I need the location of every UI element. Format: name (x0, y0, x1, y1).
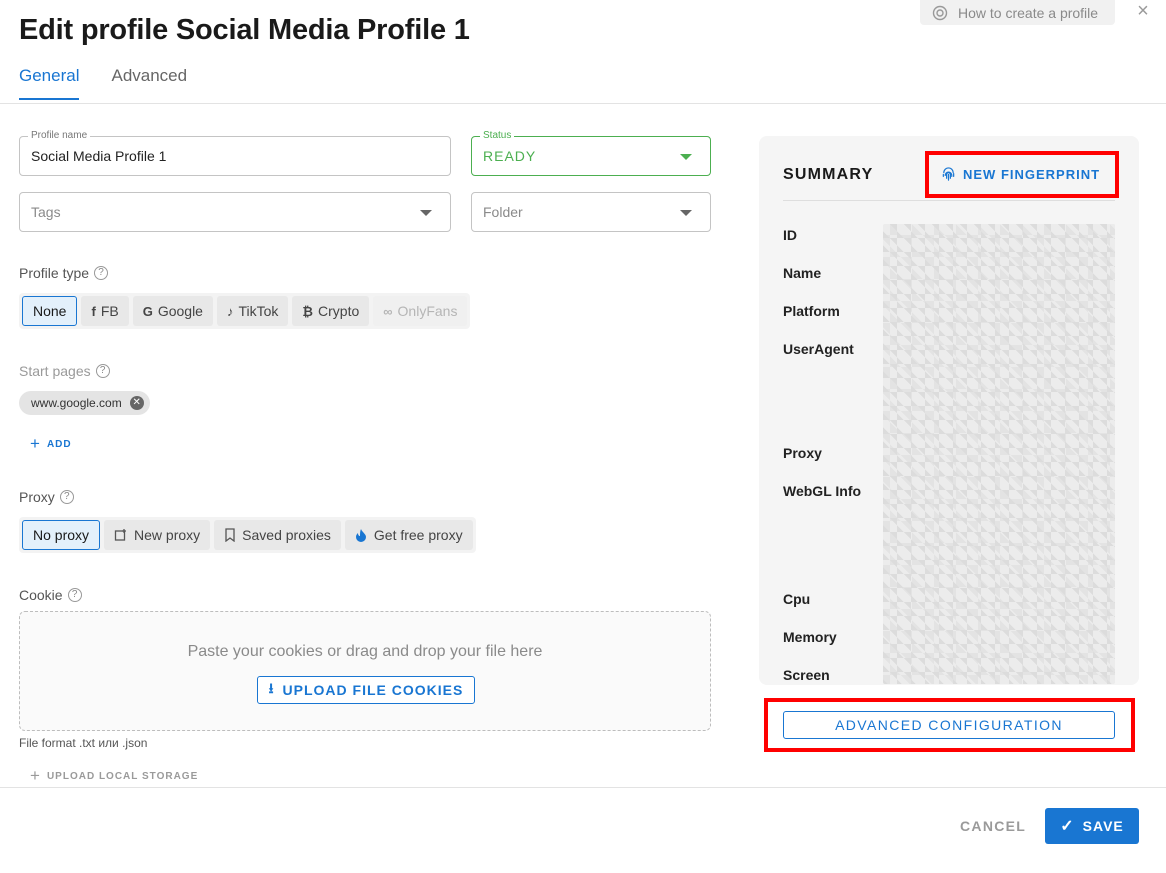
upload-file-cookies-button[interactable]: ⭳ UPLOAD FILE COOKIES (257, 676, 475, 704)
summary-key-cpu: Cpu (783, 591, 811, 607)
save-button[interactable]: ✓ SAVE (1045, 808, 1139, 844)
summary-title: SUMMARY (783, 166, 874, 183)
proxy-selector: No proxy New proxy Saved proxies Get fre… (19, 517, 476, 553)
summary-key-memory: Memory (783, 629, 837, 645)
profile-type-none[interactable]: None (22, 296, 78, 326)
new-fingerprint-button[interactable]: NEW FINGERPRINT (941, 167, 1100, 182)
chevron-down-icon (420, 210, 432, 216)
help-label: How to create a profile (958, 4, 1099, 21)
lifebuoy-icon (932, 5, 948, 20)
proxy-option-get-free-proxy[interactable]: Get free proxy (344, 520, 473, 550)
onlyfans-icon: ∞ (383, 303, 393, 319)
cancel-button[interactable]: CANCEL (960, 818, 1026, 834)
cookie-label: Cookie? (19, 587, 82, 603)
profile-type-tiktok[interactable]: ♪ TikTok (216, 296, 289, 326)
summary-key-name: Name (783, 265, 822, 281)
start-pages-label: Start pages? (19, 363, 110, 379)
tab-advanced[interactable]: Advanced (111, 66, 187, 100)
summary-key-platform: Platform (783, 303, 840, 319)
help-icon[interactable]: ? (59, 490, 74, 504)
folder-select[interactable]: Folder (471, 192, 711, 232)
tab-general[interactable]: General (19, 66, 80, 100)
plus-icon: + (30, 434, 41, 453)
cookie-drop-hint: Paste your cookies or drag and drop your… (187, 643, 543, 660)
summary-key-webgl-info: WebGL Info (783, 483, 862, 499)
add-start-page-button[interactable]: + ADD (30, 434, 72, 454)
help-icon[interactable]: ? (95, 364, 110, 378)
help-icon[interactable]: ? (94, 266, 109, 280)
profile-name-field[interactable]: Profile name Social Media Profile 1 (19, 130, 451, 176)
close-icon[interactable]: × (1134, 1, 1152, 21)
new-window-icon (114, 529, 127, 541)
profile-name-value: Social Media Profile 1 (31, 148, 167, 164)
file-format-note: File format .txt или .json (19, 736, 148, 750)
remove-chip-icon[interactable]: ✕ (129, 396, 144, 410)
tags-placeholder: Tags (31, 204, 61, 220)
tiktok-icon: ♪ (226, 303, 234, 319)
tags-select[interactable]: Tags (19, 192, 451, 232)
chevron-down-icon (680, 154, 692, 160)
status-value: READY (483, 148, 537, 164)
summary-key-useragent: UserAgent (783, 341, 854, 357)
profile-type-fb[interactable]: f FB (81, 296, 129, 326)
profile-type-onlyfans[interactable]: ∞ OnlyFans (373, 296, 468, 326)
status-select[interactable]: Status READY (471, 130, 711, 176)
proxy-label: Proxy? (19, 489, 74, 505)
profile-type-selector: None f FB G Google ♪ TikTok ₿ Crypto ∞ OnlyFa… (19, 293, 471, 329)
cookie-dropzone[interactable]: Paste your cookies or drag and drop your… (19, 611, 711, 731)
google-icon: G (142, 303, 153, 319)
how-to-create-profile-button[interactable]: How to create a profile (920, 0, 1115, 25)
proxy-option-no-proxy[interactable]: No proxy (22, 520, 101, 550)
facebook-icon: f (91, 303, 96, 319)
plus-icon: + (30, 766, 41, 785)
status-legend: Status (480, 130, 515, 142)
summary-key-id: ID (783, 227, 797, 243)
redacted-values-mosaic (883, 224, 1115, 684)
profile-type-google[interactable]: G Google (132, 296, 213, 326)
profile-type-crypto[interactable]: ₿ Crypto (292, 296, 370, 326)
summary-key-screen: Screen (783, 667, 830, 683)
summary-panel: SUMMARY NEW FINGERPRINT ID Name Platform… (759, 136, 1139, 685)
chevron-down-icon (680, 210, 692, 216)
flame-icon (355, 529, 366, 542)
bitcoin-icon: ₿ (302, 303, 314, 319)
proxy-option-new-proxy[interactable]: New proxy (104, 520, 211, 550)
upload-local-storage-button[interactable]: + UPLOAD LOCAL STORAGE (30, 766, 198, 786)
check-icon: ✓ (1060, 818, 1075, 835)
advanced-configuration-button[interactable]: ADVANCED CONFIGURATION (783, 711, 1115, 739)
help-icon[interactable]: ? (67, 588, 82, 602)
summary-divider (783, 200, 1115, 201)
bookmark-icon (225, 528, 235, 542)
download-arrow-icon: ⭳ (268, 680, 275, 696)
tab-bar: General Advanced (19, 66, 219, 100)
start-page-chip: www.google.com ✕ (19, 391, 150, 415)
folder-placeholder: Folder (483, 204, 523, 220)
proxy-option-saved-proxies[interactable]: Saved proxies (214, 520, 341, 550)
summary-key-proxy: Proxy (783, 445, 822, 461)
footer-divider (0, 787, 1166, 788)
tab-divider (0, 103, 1166, 104)
page-title: Edit profile Social Media Profile 1 (19, 14, 470, 46)
profile-type-label: Profile type? (19, 265, 109, 281)
fingerprint-icon (942, 167, 955, 181)
profile-name-legend: Profile name (28, 130, 91, 142)
